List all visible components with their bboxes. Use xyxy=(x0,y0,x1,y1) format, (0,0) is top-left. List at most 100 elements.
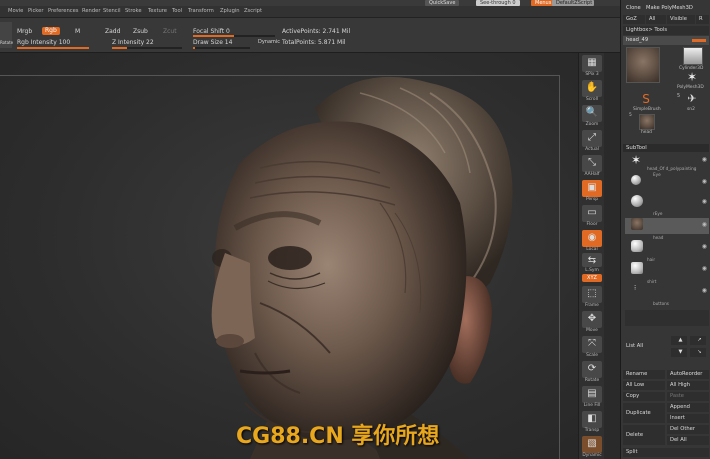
insert-button[interactable]: Insert xyxy=(667,414,709,423)
zcut-toggle[interactable]: Zcut xyxy=(163,28,177,35)
autoreorder-button[interactable]: AutoReorder xyxy=(667,370,709,379)
frame-button[interactable]: ⬚ xyxy=(582,286,602,303)
rgb-intensity-slider[interactable]: Rgb Intensity 100 xyxy=(17,39,70,46)
goz-all-button[interactable]: All xyxy=(646,15,666,24)
rgb-intensity-track[interactable] xyxy=(17,47,89,49)
subtool-row[interactable]: ◉ rEye xyxy=(625,195,709,216)
subtool-name: Eye xyxy=(653,172,661,177)
subtool-header[interactable]: SubTool xyxy=(623,144,709,152)
aahalf-button[interactable]: ⤡ xyxy=(582,155,602,172)
scroll-label: Scroll xyxy=(585,97,599,102)
spix-button[interactable]: ▦ xyxy=(582,55,602,72)
rgb-toggle[interactable]: Rgb xyxy=(42,27,60,35)
menu-render[interactable]: Render xyxy=(82,8,100,14)
draw-size-slider[interactable]: Draw Size 14 xyxy=(193,39,232,46)
eye-icon[interactable]: ◉ xyxy=(702,221,707,228)
tool-count-label: 5 xyxy=(629,113,632,118)
tool-thumb-head-small[interactable] xyxy=(639,114,655,130)
xyz-button[interactable]: XYZ xyxy=(582,274,602,282)
subtool-row[interactable]: ◉ shirt xyxy=(625,262,709,284)
r-button[interactable]: R xyxy=(696,15,709,24)
mrgb-toggle[interactable]: Mrgb xyxy=(17,28,32,35)
arrow-up-right-icon[interactable]: ↗ xyxy=(690,336,706,345)
sculpted-head-model[interactable] xyxy=(0,53,578,459)
menu-movie[interactable]: Movie xyxy=(8,8,23,14)
menu-picker[interactable]: Picker xyxy=(28,8,43,14)
delete-button[interactable]: Delete xyxy=(623,425,665,445)
arrow-down-icon[interactable]: ▼ xyxy=(671,348,687,357)
persp-button[interactable]: ▣ xyxy=(582,180,602,197)
menu-bar: Movie Picker Preferences Render Stencil … xyxy=(0,6,620,18)
append-button[interactable]: Append xyxy=(667,403,709,412)
rename-button[interactable]: Rename xyxy=(623,370,665,379)
scale-button[interactable]: ⤧ xyxy=(582,336,602,353)
z-intensity-track[interactable] xyxy=(112,47,182,49)
zadd-toggle[interactable]: Zadd xyxy=(105,28,120,35)
eye-icon[interactable]: ◉ xyxy=(702,287,707,294)
floor-button[interactable]: ▭ xyxy=(582,205,602,222)
scroll-button[interactable]: ✋ xyxy=(582,80,602,97)
subtool-row[interactable]: ◉ Eye xyxy=(625,172,709,189)
simplebrush-icon[interactable]: S xyxy=(639,92,653,106)
del-other-button[interactable]: Del Other xyxy=(667,425,709,434)
paste-button[interactable]: Paste xyxy=(667,392,709,401)
eye-icon[interactable]: ◉ xyxy=(702,178,707,185)
line-fill-button[interactable]: ▤ xyxy=(582,386,602,403)
subtool-row[interactable]: ⁝ ◉ buttons xyxy=(625,284,709,306)
tool-thumb-cylinder[interactable] xyxy=(683,47,703,65)
split-button[interactable]: Split xyxy=(623,448,709,457)
menu-texture[interactable]: Texture xyxy=(148,8,167,14)
zoom-button[interactable]: 🔍 xyxy=(582,105,602,122)
goz-button[interactable]: GoZ xyxy=(623,15,645,24)
sn2-icon[interactable]: ✈ xyxy=(683,92,701,106)
draw-size-track[interactable] xyxy=(193,47,250,49)
all-high-button[interactable]: All High xyxy=(667,381,709,390)
subtool-scrollbar[interactable] xyxy=(625,310,709,326)
arrow-up-icon[interactable]: ▲ xyxy=(671,336,687,345)
canvas-viewport[interactable]: CG88.CN 享你所想 xyxy=(0,53,578,459)
z-intensity-fill xyxy=(112,47,128,49)
arrow-down-right-icon[interactable]: ↘ xyxy=(690,348,706,357)
local-button[interactable]: ◉ xyxy=(582,230,602,247)
menu-preferences[interactable]: Preferences xyxy=(48,8,79,14)
focal-shift-track[interactable] xyxy=(193,35,275,37)
menu-zscript[interactable]: Zscript xyxy=(244,8,262,14)
dynamic-button[interactable]: ▧ xyxy=(582,436,602,453)
eye-icon[interactable]: ◉ xyxy=(702,243,707,250)
transp-button[interactable]: ◧ xyxy=(582,411,602,428)
move-button[interactable]: ✥ xyxy=(582,311,602,328)
list-all-button[interactable]: List All xyxy=(623,342,663,351)
dynamic-toggle[interactable]: Dynamic xyxy=(258,39,280,45)
star-icon[interactable]: ✶ xyxy=(683,70,701,84)
head-slider[interactable]: head_49 xyxy=(623,36,709,45)
subtool-row[interactable]: ✶ ◉ head_Of d_polypainting xyxy=(625,153,709,171)
focal-shift-slider[interactable]: Focal Shift 0 xyxy=(193,28,230,35)
rotate-icon[interactable]: Rotate xyxy=(0,22,13,48)
tool-thumb-head[interactable] xyxy=(626,47,660,83)
eye-icon[interactable]: ◉ xyxy=(702,265,707,272)
eye-icon[interactable]: ◉ xyxy=(702,156,707,163)
subtool-row[interactable]: ◉ hair xyxy=(625,240,709,262)
rotate-button[interactable]: ⟳ xyxy=(582,361,602,378)
m-toggle[interactable]: M xyxy=(75,28,80,35)
lightbox-tools-button[interactable]: Lightbox> Tools xyxy=(623,26,709,35)
subtool-row-selected[interactable]: ◉ head xyxy=(625,218,709,240)
menu-stroke[interactable]: Stroke xyxy=(125,8,142,14)
menu-transform[interactable]: Transform xyxy=(188,8,214,14)
menu-tool[interactable]: Tool xyxy=(172,8,182,14)
zsub-toggle[interactable]: Zsub xyxy=(133,28,148,35)
z-intensity-slider[interactable]: Z Intensity 22 xyxy=(112,39,154,46)
lsym-button[interactable]: ⇆ xyxy=(582,253,602,267)
eye-icon[interactable]: ◉ xyxy=(702,198,707,205)
duplicate-button[interactable]: Duplicate xyxy=(623,403,665,423)
menu-stencil[interactable]: Stencil xyxy=(103,8,121,14)
all-low-button[interactable]: All Low xyxy=(623,381,665,390)
del-all-button[interactable]: Del All xyxy=(667,436,709,445)
make-polymesh-button[interactable]: Make PolyMesh3D xyxy=(643,4,709,13)
menu-zplugin[interactable]: Zplugin xyxy=(220,8,240,14)
shirt-thumb-icon xyxy=(631,262,643,274)
clone-button[interactable]: Clone xyxy=(623,4,643,13)
visible-button[interactable]: Visible xyxy=(667,15,695,24)
actual-button[interactable]: ⤢ xyxy=(582,130,602,147)
copy-button[interactable]: Copy xyxy=(623,392,665,401)
